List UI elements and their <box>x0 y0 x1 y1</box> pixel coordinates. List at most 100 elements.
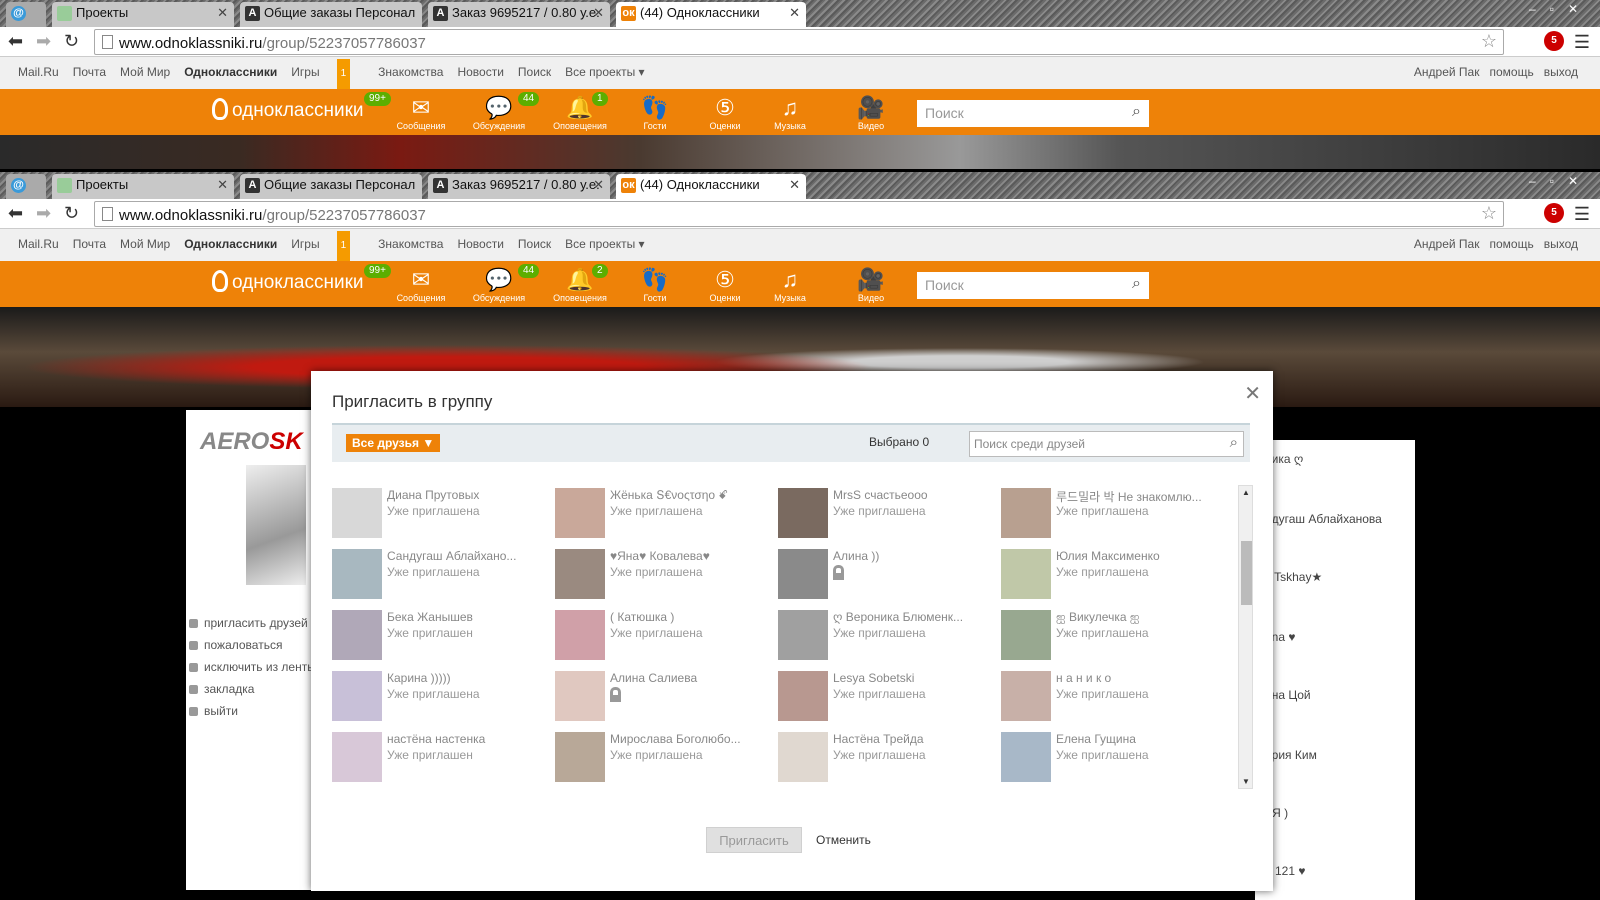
user-name[interactable]: Андрей Пак <box>1414 57 1480 87</box>
adblock-extension-icon[interactable]: 5 <box>1544 31 1564 51</box>
close-tab-icon[interactable]: ✕ <box>593 177 604 193</box>
browser-menu-icon[interactable]: ☰ <box>1574 204 1590 225</box>
friends-search-input[interactable]: Поиск среди друзей ⌕ <box>969 431 1244 457</box>
member-name[interactable]: y Tskhay★ <box>1265 570 1322 584</box>
friend-item[interactable]: Сандугаш Аблайхано... Уже приглашена <box>332 549 552 603</box>
reload-icon[interactable]: ↻ <box>64 31 79 51</box>
invite-friends-link[interactable]: пригласить друзей <box>186 612 316 634</box>
member-name[interactable]: ндугаш Аблайханова <box>1265 512 1382 526</box>
nav-myworld[interactable]: Мой Мир <box>120 57 170 87</box>
tab-orders[interactable]: A Общие заказы Персонал <box>240 2 422 27</box>
notifications-button[interactable]: 🔔 Оповещения <box>545 95 615 131</box>
nav-news[interactable]: Новости <box>457 57 503 87</box>
bookmark-star-icon[interactable]: ☆ <box>1481 31 1497 52</box>
tab-projects[interactable]: Проекты ✕ <box>52 2 234 27</box>
tab-home[interactable]: @ <box>6 2 46 27</box>
forward-icon[interactable]: ➡ <box>36 203 51 223</box>
browser-menu-icon[interactable]: ☰ <box>1574 32 1590 53</box>
scroll-up-icon[interactable]: ▲ <box>1242 488 1250 497</box>
scroll-down-icon[interactable]: ▼ <box>1242 777 1250 786</box>
back-icon[interactable]: ⬅ <box>8 31 23 51</box>
music-button[interactable]: ♫ Музыка <box>755 267 825 303</box>
friend-item[interactable]: настёна настенка Уже приглашен <box>332 732 552 786</box>
friend-item[interactable]: Карина ))))) Уже приглашена <box>332 671 552 725</box>
tab-order-detail[interactable]: A Заказ 9695217 / 0.80 у.е. ✕ <box>428 174 610 199</box>
nav-games[interactable]: Игры 1 <box>291 57 364 89</box>
guests-button[interactable]: 👣 Гости <box>620 95 690 131</box>
friend-item[interactable]: 루드밀라 박 Не знакомлю... Уже приглашена <box>1001 488 1221 542</box>
friend-item[interactable]: н а н и к о Уже приглашена <box>1001 671 1221 725</box>
nav-search[interactable]: Поиск <box>518 229 551 259</box>
messages-button[interactable]: ✉ Сообщения <box>386 267 456 303</box>
search-icon[interactable]: ⌕ <box>1132 103 1141 121</box>
scroll-thumb[interactable] <box>1241 541 1252 605</box>
friend-item[interactable]: ღ Вероника Блюменк... Уже приглашена <box>778 610 998 664</box>
guests-button[interactable]: 👣 Гости <box>620 267 690 303</box>
friend-item[interactable]: Алина )) <box>778 549 998 603</box>
music-button[interactable]: ♫ Музыка <box>755 95 825 131</box>
tab-home[interactable]: @ <box>6 174 46 199</box>
search-icon[interactable]: ⌕ <box>1230 434 1238 451</box>
address-bar[interactable]: www.odnoklassniki.ru/group/5223705778603… <box>94 201 1504 227</box>
tab-order-detail[interactable]: A Заказ 9695217 / 0.80 у.е. ✕ <box>428 2 610 27</box>
friend-item[interactable]: ஐ Викулечка ஐ Уже приглашена <box>1001 610 1221 664</box>
friend-item[interactable]: Lesya Sobetski Уже приглашена <box>778 671 998 725</box>
help-link[interactable]: помощь <box>1489 57 1533 87</box>
notifications-button[interactable]: 🔔 Оповещения <box>545 267 615 303</box>
close-tab-icon[interactable]: ✕ <box>789 177 800 193</box>
friend-item[interactable]: Диана Прутовых Уже приглашена <box>332 488 552 542</box>
friend-item[interactable]: ♥Яна♥ Ковалева♥ Уже приглашена <box>555 549 775 603</box>
close-icon[interactable]: ✕ <box>1244 381 1261 406</box>
adblock-extension-icon[interactable]: 5 <box>1544 203 1564 223</box>
nav-mail[interactable]: Почта <box>73 57 106 87</box>
ok-logo[interactable]: одноклассники <box>212 270 364 294</box>
user-name[interactable]: Андрей Пак <box>1414 229 1480 259</box>
video-button[interactable]: 🎥 Видео <box>836 95 906 131</box>
messages-button[interactable]: ✉ Сообщения <box>386 95 456 131</box>
tab-orders[interactable]: A Общие заказы Персонал <box>240 174 422 199</box>
nav-all-projects[interactable]: Все проекты ▾ <box>565 229 644 259</box>
nav-all-projects[interactable]: Все проекты ▾ <box>565 57 644 87</box>
tab-odnoklassniki[interactable]: ок (44) Одноклассники ✕ <box>616 2 806 27</box>
ok-search-input[interactable]: Поиск ⌕ <box>917 100 1149 127</box>
logout-link[interactable]: выход <box>1544 229 1578 259</box>
friend-item[interactable]: Алина Салиева <box>555 671 775 725</box>
leave-group-link[interactable]: выйти <box>186 700 316 722</box>
reload-icon[interactable]: ↻ <box>64 203 79 223</box>
discussions-button[interactable]: 💬 Обсуждения <box>464 95 534 131</box>
cancel-button[interactable]: Отменить <box>816 833 871 847</box>
bookmark-link[interactable]: закладка <box>186 678 316 700</box>
bookmark-star-icon[interactable]: ☆ <box>1481 203 1497 224</box>
close-tab-icon[interactable]: ✕ <box>217 5 228 21</box>
nav-search[interactable]: Поиск <box>518 57 551 87</box>
ratings-button[interactable]: ⑤ Оценки <box>690 95 760 131</box>
report-link[interactable]: пожаловаться <box>186 634 316 656</box>
discussions-button[interactable]: 💬 Обсуждения <box>464 267 534 303</box>
friend-item[interactable]: Юлия Максименко Уже приглашена <box>1001 549 1221 603</box>
nav-odnoklassniki[interactable]: Одноклассники <box>184 57 277 87</box>
search-icon[interactable]: ⌕ <box>1132 275 1141 293</box>
close-tab-icon[interactable]: ✕ <box>789 5 800 21</box>
window-controls[interactable]: ‒▫✕ <box>1529 174 1592 188</box>
friend-item[interactable]: MrsS счастьеooo Уже приглашена <box>778 488 998 542</box>
video-button[interactable]: 🎥 Видео <box>836 267 906 303</box>
nav-dating[interactable]: Знакомства <box>378 57 443 87</box>
nav-odnoklassniki[interactable]: Одноклассники <box>184 229 277 259</box>
ok-logo[interactable]: одноклассники <box>212 98 364 122</box>
ratings-button[interactable]: ⑤ Оценки <box>690 267 760 303</box>
window-controls[interactable]: ‒▫✕ <box>1529 2 1592 16</box>
close-tab-icon[interactable]: ✕ <box>593 5 604 21</box>
ok-search-input[interactable]: Поиск ⌕ <box>917 272 1149 299</box>
friend-item[interactable]: Мирослава Боголюбо... Уже приглашена <box>555 732 775 786</box>
nav-mailru[interactable]: Mail.Ru <box>18 229 59 259</box>
close-tab-icon[interactable]: ✕ <box>217 177 228 193</box>
address-bar[interactable]: www.odnoklassniki.ru/group/5223705778603… <box>94 29 1504 55</box>
nav-mailru[interactable]: Mail.Ru <box>18 57 59 87</box>
tab-odnoklassniki[interactable]: ок (44) Одноклассники ✕ <box>616 174 806 199</box>
help-link[interactable]: помощь <box>1489 229 1533 259</box>
nav-mail[interactable]: Почта <box>73 229 106 259</box>
back-icon[interactable]: ⬅ <box>8 203 23 223</box>
all-friends-dropdown[interactable]: Все друзья ▼ <box>346 434 441 452</box>
friend-item[interactable]: Елена Гущина Уже приглашена <box>1001 732 1221 786</box>
tab-projects[interactable]: Проекты ✕ <box>52 174 234 199</box>
